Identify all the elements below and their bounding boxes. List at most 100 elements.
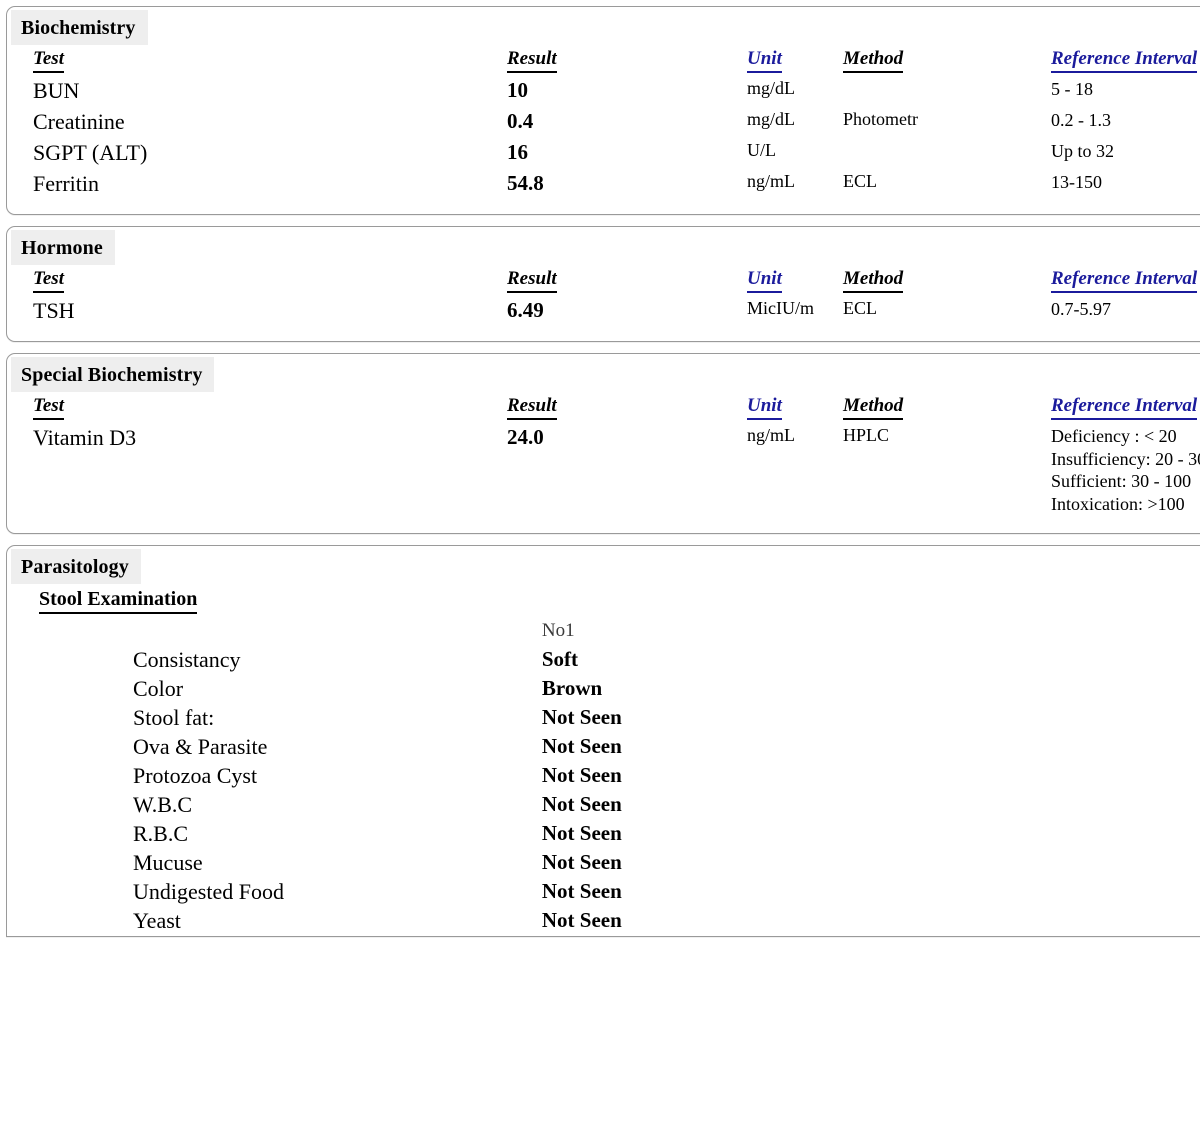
column-header-unit: Unit — [747, 393, 843, 423]
section-title-parasitology: Parasitology — [11, 548, 141, 584]
column-header-reference: Reference Interval — [1051, 266, 1200, 296]
table-row: SGPT (ALT) 16 U/L Up to 32 — [7, 138, 1200, 169]
list-item: Consistancy Soft — [7, 646, 1007, 675]
section-title-special-biochemistry: Special Biochemistry — [11, 357, 215, 392]
cell-method — [843, 138, 1051, 169]
stool-param-value: Not Seen — [541, 763, 622, 788]
column-header-test: Test — [7, 46, 507, 76]
stool-param-label: Consistancy — [133, 646, 241, 672]
column-header-result: Result — [507, 393, 747, 423]
column-header-method: Method — [843, 46, 1051, 76]
cell-unit: MicIU/m — [747, 298, 814, 318]
cell-result: 0.4 — [507, 109, 534, 133]
table-row: Vitamin D3 24.0 ng/mL HPLC Deficiency : … — [7, 423, 1200, 519]
cell-test: TSH — [33, 298, 75, 323]
stool-param-value: Brown — [541, 676, 603, 701]
column-header-unit: Unit — [747, 46, 843, 76]
column-header-reference: Reference Interval — [1051, 393, 1200, 423]
list-item: Yeast Not Seen — [7, 907, 1007, 936]
column-header-result: Result — [507, 266, 747, 296]
stool-param-value: Not Seen — [541, 879, 622, 904]
column-header-result: Result — [507, 46, 747, 76]
cell-result: 24.0 — [507, 425, 544, 449]
section-card-biochemistry: Biochemistry Test Result Unit Method Ref… — [6, 6, 1200, 215]
cell-test: Creatinine — [33, 109, 125, 134]
cell-unit: ng/mL — [747, 171, 795, 191]
reference-line: Insufficiency: 20 - 30 — [1051, 448, 1200, 469]
column-header-test: Test — [7, 266, 507, 296]
cell-method: ECL — [843, 298, 877, 318]
cell-unit: ng/mL — [747, 425, 795, 445]
stool-examination-table: No1 Consistancy Soft Color Brown Stool f… — [7, 620, 1007, 936]
stool-param-label: W.B.C — [133, 791, 193, 817]
column-header-test: Test — [7, 393, 507, 423]
table-row: Ferritin 54.8 ng/mL ECL 13-150 — [7, 169, 1200, 200]
stool-param-value: Not Seen — [541, 850, 622, 875]
stool-param-value: Not Seen — [541, 734, 622, 759]
list-item: Protozoa Cyst Not Seen — [7, 762, 1007, 791]
list-item: Mucuse Not Seen — [7, 849, 1007, 878]
stool-param-value: Not Seen — [541, 792, 622, 817]
column-header-unit: Unit — [747, 266, 843, 296]
results-table-special-biochemistry: Test Result Unit Method Reference Interv… — [7, 393, 1200, 519]
stool-param-label: Mucuse — [133, 849, 203, 875]
stool-param-value: Not Seen — [541, 705, 622, 730]
sample-label: No1 — [541, 619, 575, 641]
results-table-hormone: Test Result Unit Method Reference Interv… — [7, 266, 1200, 327]
section-card-parasitology: Parasitology Stool Examination No1 Consi… — [6, 544, 1200, 937]
subsection-title-stool-examination: Stool Examination — [39, 588, 198, 614]
stool-label-column-header — [7, 620, 542, 646]
cell-unit: mg/dL — [747, 78, 795, 98]
stool-param-label: Yeast — [133, 907, 181, 933]
reference-line: Sufficient: 30 - 100 — [1051, 471, 1192, 492]
cell-reference: 0.2 - 1.3 — [1051, 110, 1111, 130]
list-item: Ova & Parasite Not Seen — [7, 733, 1007, 762]
cell-result: 6.49 — [507, 298, 544, 322]
lab-report-page: Biochemistry Test Result Unit Method Ref… — [0, 0, 1200, 1146]
column-header-reference: Reference Interval — [1051, 46, 1200, 76]
list-item: Stool fat: Not Seen — [7, 704, 1007, 733]
stool-param-label: Ova & Parasite — [133, 733, 268, 759]
cell-method: ECL — [843, 171, 877, 191]
stool-header-row: No1 — [7, 620, 1007, 646]
table-row: TSH 6.49 MicIU/m ECL 0.7-5.97 — [7, 296, 1200, 327]
table-row: BUN 10 mg/dL 5 - 18 — [7, 76, 1200, 107]
cell-unit: U/L — [747, 140, 776, 160]
cell-reference: Up to 32 — [1051, 141, 1114, 161]
section-card-special-biochemistry: Special Biochemistry Test Result Unit Me… — [6, 353, 1200, 534]
reference-line: Intoxication: >100 — [1051, 494, 1185, 515]
cell-test: Vitamin D3 — [33, 425, 137, 450]
cell-reference: Deficiency : < 20 Insufficiency: 20 - 30… — [1051, 423, 1200, 519]
column-header-method: Method — [843, 393, 1051, 423]
cell-test: BUN — [33, 78, 80, 103]
stool-param-label: Protozoa Cyst — [133, 762, 258, 788]
list-item: Color Brown — [7, 675, 1007, 704]
column-header-method: Method — [843, 266, 1051, 296]
stool-param-label: Stool fat: — [133, 704, 215, 730]
cell-result: 10 — [507, 78, 528, 102]
section-title-biochemistry: Biochemistry — [11, 10, 148, 45]
list-item: Undigested Food Not Seen — [7, 878, 1007, 907]
table-header-row: Test Result Unit Method Reference Interv… — [7, 46, 1200, 76]
table-header-row: Test Result Unit Method Reference Interv… — [7, 266, 1200, 296]
stool-param-label: R.B.C — [133, 820, 189, 846]
stool-param-value: Not Seen — [541, 908, 622, 933]
cell-method: Photometr — [843, 109, 918, 129]
stool-param-value: Soft — [541, 647, 579, 672]
cell-unit: mg/dL — [747, 109, 795, 129]
cell-method — [843, 76, 1051, 107]
cell-result: 16 — [507, 140, 528, 164]
results-table-biochemistry: Test Result Unit Method Reference Interv… — [7, 46, 1200, 200]
card-spacer — [7, 327, 1200, 341]
stool-param-label: Undigested Food — [133, 878, 284, 904]
table-header-row: Test Result Unit Method Reference Interv… — [7, 393, 1200, 423]
table-row: Creatinine 0.4 mg/dL Photometr 0.2 - 1.3 — [7, 107, 1200, 138]
reference-line: Deficiency : < 20 — [1051, 426, 1177, 446]
stool-param-label: Color — [133, 675, 184, 701]
cell-test: Ferritin — [33, 171, 99, 196]
stool-param-value: Not Seen — [541, 821, 622, 846]
cell-reference: 5 - 18 — [1051, 79, 1093, 99]
card-spacer — [7, 519, 1200, 533]
list-item: R.B.C Not Seen — [7, 820, 1007, 849]
cell-test: SGPT (ALT) — [33, 140, 148, 165]
